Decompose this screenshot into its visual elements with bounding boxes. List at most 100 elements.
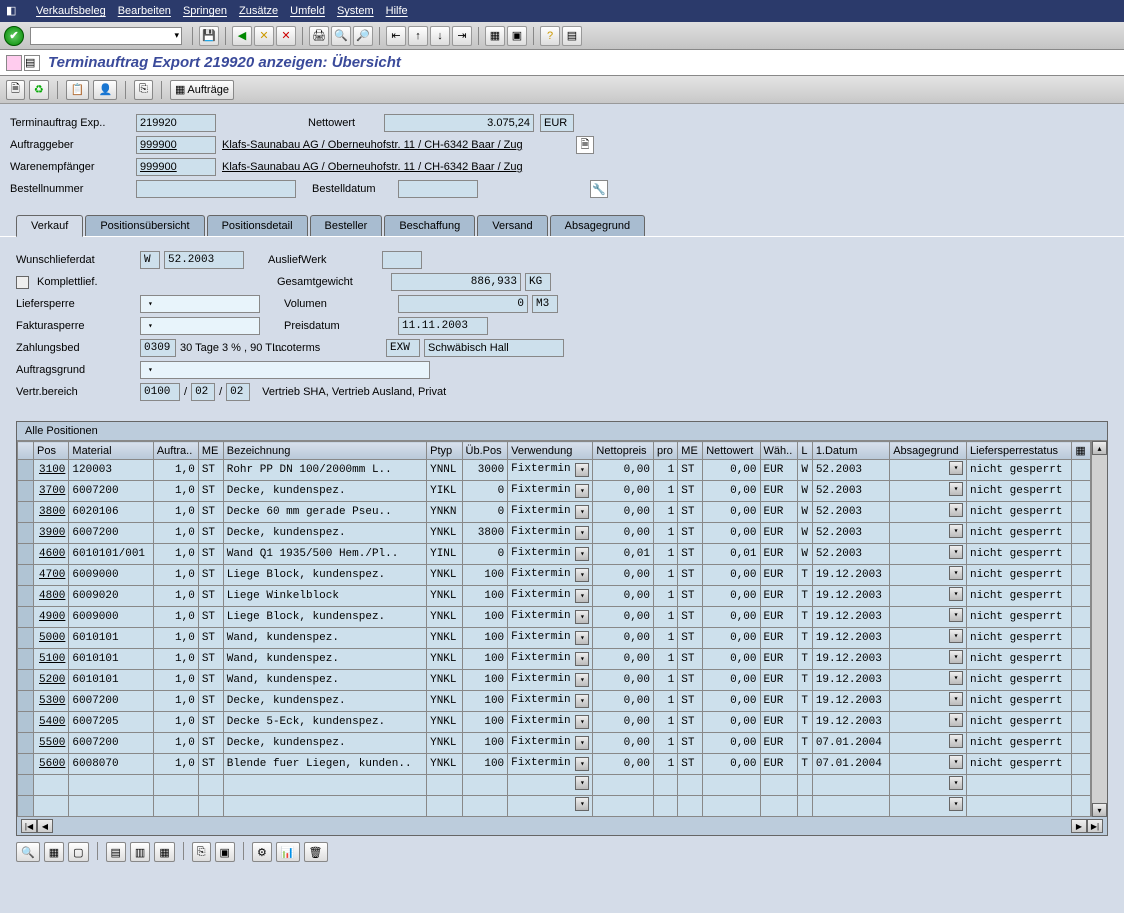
bt-icon3-button[interactable]: ▦ bbox=[154, 842, 174, 862]
bt-icon2-button[interactable]: ▥ bbox=[130, 842, 150, 862]
dropdown-icon[interactable]: ▾ bbox=[949, 608, 963, 622]
cell-cur[interactable]: EUR bbox=[760, 712, 798, 733]
vb2-field[interactable]: 02 bbox=[191, 383, 215, 401]
cell-ptyp[interactable]: YNKN bbox=[427, 502, 462, 523]
cell-pro[interactable]: 1 bbox=[654, 754, 678, 775]
cell-abs[interactable]: ▾ bbox=[890, 460, 967, 481]
cell-me2[interactable]: ST bbox=[678, 502, 703, 523]
cell-cur[interactable]: EUR bbox=[760, 649, 798, 670]
cell-[interactable] bbox=[1072, 649, 1091, 670]
cell-bez[interactable]: Decke, kundenspez. bbox=[223, 733, 426, 754]
cell-menge[interactable]: 1,0 bbox=[153, 502, 198, 523]
cell-l[interactable]: T bbox=[798, 628, 812, 649]
dropdown-icon[interactable]: ▾ bbox=[575, 673, 589, 687]
cell-[interactable] bbox=[18, 649, 34, 670]
cell-pos[interactable]: 4600 bbox=[34, 544, 69, 565]
col-header[interactable]: Auftra.. bbox=[153, 442, 198, 460]
cell-nw[interactable]: 0,00 bbox=[703, 754, 760, 775]
find-next-button[interactable]: 🔎 bbox=[353, 26, 373, 46]
table-row[interactable]: 500060101011,0STWand, kundenspez.YNKL100… bbox=[18, 628, 1091, 649]
cell-nw[interactable]: 0,00 bbox=[703, 481, 760, 502]
cell-[interactable] bbox=[1072, 523, 1091, 544]
liefersperre-field[interactable] bbox=[140, 295, 260, 313]
cell-ptyp[interactable]: YNKL bbox=[427, 523, 462, 544]
cell-pro[interactable]: 1 bbox=[654, 586, 678, 607]
cell-[interactable] bbox=[18, 460, 34, 481]
config-icon[interactable]: 🔧 bbox=[590, 180, 608, 198]
bt-icon1-button[interactable]: ▤ bbox=[106, 842, 126, 862]
orders-button[interactable]: ▦ Aufträge bbox=[170, 80, 234, 100]
cell-ls[interactable]: nicht gesperrt bbox=[967, 712, 1072, 733]
table-row[interactable]: 560060080701,0STBlende fuer Liegen, kund… bbox=[18, 754, 1091, 775]
display-button[interactable]: 🗎 bbox=[6, 80, 25, 100]
cell-me[interactable]: ST bbox=[198, 607, 223, 628]
save-button[interactable]: 💾 bbox=[199, 26, 219, 46]
menu-zusätze[interactable]: Zusätze bbox=[233, 3, 284, 19]
cell-cur[interactable]: EUR bbox=[760, 691, 798, 712]
cell-pro[interactable]: 1 bbox=[654, 607, 678, 628]
cell-[interactable] bbox=[18, 523, 34, 544]
po-field[interactable] bbox=[136, 180, 296, 198]
dropdown-icon[interactable]: ▾ bbox=[575, 736, 589, 750]
customize-button[interactable]: ▤ bbox=[562, 26, 582, 46]
cell-pro[interactable]: 1 bbox=[654, 481, 678, 502]
cell-me[interactable]: ST bbox=[198, 586, 223, 607]
dropdown-icon[interactable]: ▾ bbox=[949, 671, 963, 685]
menu-hilfe[interactable]: Hilfe bbox=[380, 3, 414, 19]
cell-[interactable] bbox=[18, 481, 34, 502]
cell-verw[interactable]: Fixtermin▾ bbox=[508, 754, 593, 775]
cell-pos[interactable]: 5200 bbox=[34, 670, 69, 691]
cell-np[interactable]: 0,00 bbox=[593, 502, 654, 523]
menu-bearbeiten[interactable]: Bearbeiten bbox=[112, 3, 177, 19]
cell-me[interactable]: ST bbox=[198, 481, 223, 502]
cell-ubpos[interactable]: 3800 bbox=[462, 523, 508, 544]
cell-nw[interactable]: 0,01 bbox=[703, 544, 760, 565]
cell-nw[interactable]: 0,00 bbox=[703, 670, 760, 691]
col-header[interactable]: Verwendung bbox=[508, 442, 593, 460]
cell-[interactable] bbox=[1072, 733, 1091, 754]
cell-ls[interactable]: nicht gesperrt bbox=[967, 481, 1072, 502]
cell-dat[interactable]: 52.2003 bbox=[812, 502, 889, 523]
table-row[interactable]: 490060090001,0STLiege Block, kundenspez.… bbox=[18, 607, 1091, 628]
col-header[interactable]: Absagegrund bbox=[890, 442, 967, 460]
cell-bez[interactable]: Liege Block, kundenspez. bbox=[223, 565, 426, 586]
cell-ls[interactable]: nicht gesperrt bbox=[967, 754, 1072, 775]
cell-l[interactable]: W bbox=[798, 460, 812, 481]
cell-np[interactable]: 0,00 bbox=[593, 481, 654, 502]
cell-np[interactable]: 0,01 bbox=[593, 544, 654, 565]
cell-abs[interactable]: ▾ bbox=[890, 754, 967, 775]
cell-me2[interactable]: ST bbox=[678, 670, 703, 691]
incoterms-text-field[interactable]: Schwäbisch Hall bbox=[424, 339, 564, 357]
cell-np[interactable]: 0,00 bbox=[593, 460, 654, 481]
cell-ubpos[interactable]: 100 bbox=[462, 733, 508, 754]
cell-mat[interactable]: 6007200 bbox=[69, 691, 153, 712]
table-row[interactable]: 480060090201,0STLiege WinkelblockYNKL100… bbox=[18, 586, 1091, 607]
cell-menge[interactable]: 1,0 bbox=[153, 733, 198, 754]
cell-me[interactable]: ST bbox=[198, 670, 223, 691]
cell-np[interactable]: 0,00 bbox=[593, 754, 654, 775]
dropdown-icon[interactable]: ▾ bbox=[949, 587, 963, 601]
cell-l[interactable]: T bbox=[798, 712, 812, 733]
cell-me[interactable]: ST bbox=[198, 691, 223, 712]
po-date-field[interactable] bbox=[398, 180, 478, 198]
cell-abs[interactable]: ▾ bbox=[890, 670, 967, 691]
cell-bez[interactable]: Wand Q1 1935/500 Hem./Pl.. bbox=[223, 544, 426, 565]
col-header[interactable]: Material bbox=[69, 442, 153, 460]
cell-[interactable] bbox=[1072, 481, 1091, 502]
cell-[interactable] bbox=[18, 712, 34, 733]
cell-[interactable] bbox=[18, 502, 34, 523]
cell-np[interactable]: 0,00 bbox=[593, 565, 654, 586]
title-icon-1[interactable] bbox=[6, 55, 22, 71]
cell-dat[interactable]: 19.12.2003 bbox=[812, 691, 889, 712]
bt-icon8-button[interactable]: 🗑 bbox=[304, 842, 328, 862]
cell-ubpos[interactable]: 100 bbox=[462, 754, 508, 775]
cell-bez[interactable]: Wand, kundenspez. bbox=[223, 628, 426, 649]
table-row-empty[interactable]: ▾▾ bbox=[18, 775, 1091, 796]
cell-bez[interactable]: Liege Block, kundenspez. bbox=[223, 607, 426, 628]
cell-cur[interactable]: EUR bbox=[760, 544, 798, 565]
cell-ls[interactable]: nicht gesperrt bbox=[967, 628, 1072, 649]
cell-cur[interactable]: EUR bbox=[760, 502, 798, 523]
cell-me2[interactable]: ST bbox=[678, 607, 703, 628]
cell-menge[interactable]: 1,0 bbox=[153, 565, 198, 586]
col-header[interactable]: Pos bbox=[34, 442, 69, 460]
